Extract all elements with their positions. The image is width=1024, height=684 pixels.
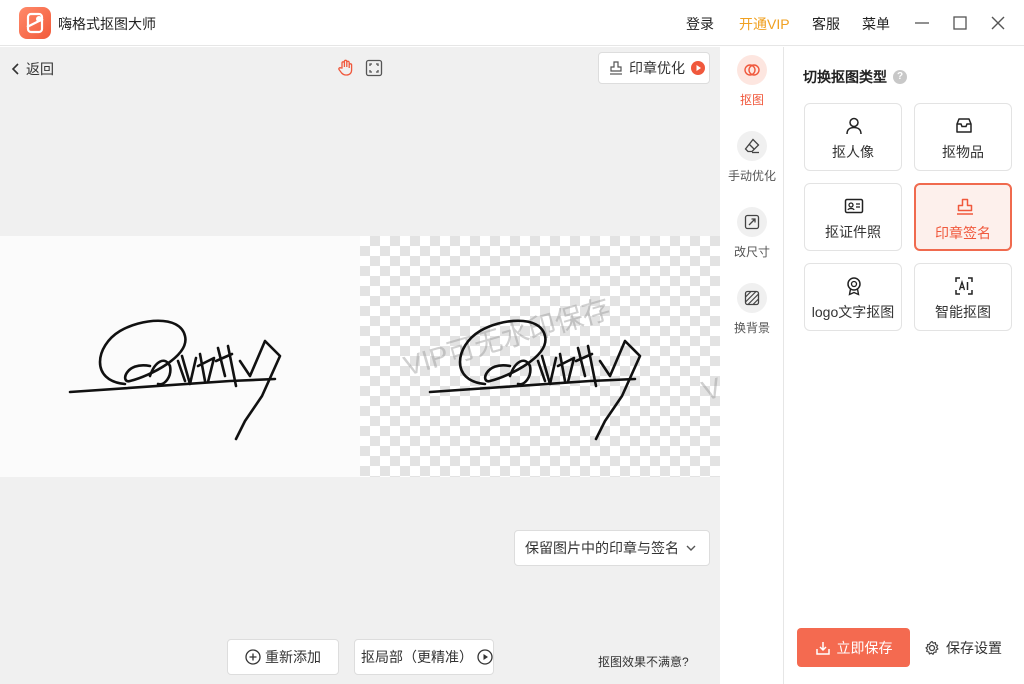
result-image: VIP可无水印保存 VIP可无水印保存	[360, 236, 720, 477]
app-logo-icon	[19, 7, 51, 39]
type-smart-cutout-label: 智能抠图	[935, 304, 991, 320]
local-cutout-label: 抠局部（更精准）	[361, 649, 473, 665]
cutout-type-panel: 切换抠图类型 ? 抠人像 抠物品 抠证件照 印章签名 logo文字抠图 智能抠图…	[785, 47, 1024, 684]
save-now-label: 立即保存	[836, 639, 893, 656]
stamp-icon	[610, 61, 622, 75]
readd-button[interactable]: 重新添加	[227, 639, 339, 675]
tool-background-label: 换背景	[733, 321, 770, 335]
stamp-icon	[957, 198, 973, 215]
save-settings-label: 保存设置	[946, 640, 1002, 656]
type-id-photo[interactable]: 抠证件照	[804, 183, 902, 251]
id-card-icon	[844, 198, 864, 214]
background-icon	[737, 283, 767, 313]
tool-manual-optimize-label: 手动优化	[727, 169, 776, 183]
save-now-button[interactable]: 立即保存	[797, 628, 910, 667]
type-portrait[interactable]: 抠人像	[804, 103, 902, 171]
type-smart-cutout[interactable]: 智能抠图	[914, 263, 1012, 331]
eraser-icon	[737, 131, 767, 161]
tool-resize[interactable]: 改尺寸	[720, 207, 784, 260]
readd-label: 重新添加	[265, 649, 321, 665]
tool-cutout-label: 抠图	[739, 93, 764, 107]
type-logo-text[interactable]: logo文字抠图	[804, 263, 902, 331]
local-cutout-button[interactable]: 抠局部（更精准）	[354, 639, 494, 675]
chevron-left-icon	[11, 63, 19, 75]
resize-icon	[737, 207, 767, 237]
type-portrait-label: 抠人像	[832, 144, 874, 160]
back-label: 返回	[26, 61, 54, 77]
ai-icon	[955, 277, 973, 295]
download-icon	[815, 641, 830, 655]
panel-title: 切换抠图类型 ?	[803, 67, 907, 87]
type-logo-text-label: logo文字抠图	[811, 304, 895, 320]
back-button[interactable]: 返回	[10, 59, 54, 79]
type-stamp-signature[interactable]: 印章签名	[914, 183, 1012, 251]
tool-cutout[interactable]: 抠图	[720, 55, 784, 108]
type-object-label: 抠物品	[942, 144, 984, 160]
tool-strip: 抠图 手动优化 改尺寸 换背景	[720, 47, 784, 684]
login-link[interactable]: 登录	[686, 14, 714, 34]
vip-link[interactable]: 开通VIP	[739, 14, 790, 34]
gear-icon	[925, 640, 939, 655]
service-link[interactable]: 客服	[812, 14, 840, 34]
canvas-area: 返回 印章优化 VIP可无水印保存 VIP可无水印保存 保留图片中的印章与签名 …	[0, 47, 720, 684]
inbox-icon	[956, 118, 972, 133]
close-icon[interactable]	[987, 12, 1009, 34]
hand-icon[interactable]	[336, 58, 356, 78]
chevron-down-icon	[686, 545, 696, 551]
type-object[interactable]: 抠物品	[914, 103, 1012, 171]
signature-cutout	[428, 319, 642, 441]
cutout-icon	[737, 55, 767, 85]
tool-resize-label: 改尺寸	[733, 245, 770, 259]
help-icon[interactable]: ?	[893, 70, 907, 84]
signature-image	[68, 319, 282, 441]
type-stamp-signature-label: 印章签名	[935, 225, 991, 241]
keep-option-select[interactable]: 保留图片中的印章与签名	[514, 530, 710, 566]
keep-option-label: 保留图片中的印章与签名	[525, 540, 679, 556]
maximize-icon[interactable]	[949, 12, 971, 34]
add-circle-icon	[245, 649, 261, 665]
play-icon	[691, 61, 705, 75]
original-image	[0, 236, 360, 477]
tool-background[interactable]: 换背景	[720, 283, 784, 336]
stamp-optimize-button[interactable]: 印章优化	[598, 52, 710, 84]
panel-title-text: 切换抠图类型	[803, 69, 887, 85]
type-id-photo-label: 抠证件照	[825, 224, 881, 240]
stamp-optimize-label: 印章优化	[629, 60, 685, 76]
unsatisfied-link[interactable]: 抠图效果不满意?	[598, 653, 689, 670]
tool-manual-optimize[interactable]: 手动优化	[720, 131, 784, 184]
title-bar: 嗨格式抠图大师 登录 开通VIP 客服 菜单	[0, 0, 1024, 46]
save-settings-button[interactable]: 保存设置	[924, 638, 1002, 658]
person-icon	[846, 117, 862, 135]
app-title: 嗨格式抠图大师	[58, 16, 156, 32]
badge-icon	[847, 277, 861, 296]
fit-screen-icon[interactable]	[364, 58, 384, 78]
play-circle-icon	[477, 649, 493, 665]
minimize-icon[interactable]	[911, 12, 933, 34]
menu-link[interactable]: 菜单	[862, 14, 890, 34]
